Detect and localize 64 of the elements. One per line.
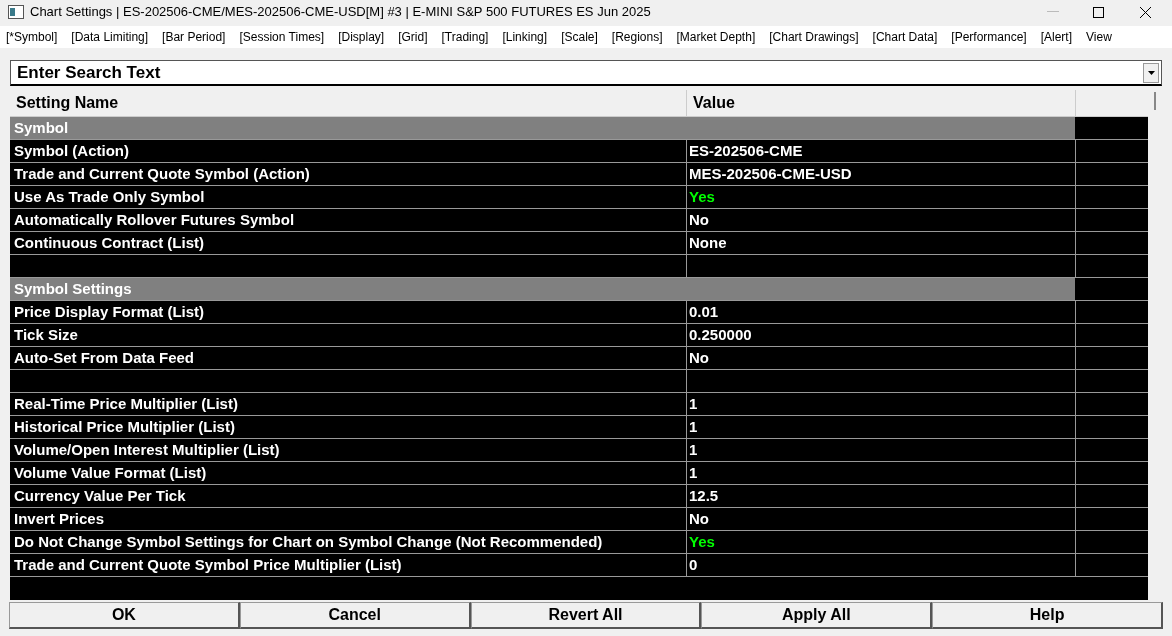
setting-value[interactable]: Yes xyxy=(686,186,1075,208)
setting-value[interactable]: 0.250000 xyxy=(686,324,1075,346)
setting-name[interactable]: Tick Size xyxy=(10,324,686,346)
setting-value[interactable]: 1 xyxy=(686,393,1075,415)
setting-name[interactable]: Auto-Set From Data Feed xyxy=(10,347,686,369)
setting-name[interactable]: Price Display Format (List) xyxy=(10,301,686,323)
setting-value[interactable]: 1 xyxy=(686,439,1075,461)
setting-name[interactable]: Volume Value Format (List) xyxy=(10,462,686,484)
menu-item[interactable]: [Grid] xyxy=(398,28,428,46)
setting-value[interactable]: 0.01 xyxy=(686,301,1075,323)
setting-name[interactable]: Invert Prices xyxy=(10,508,686,530)
menu-item[interactable]: [Bar Period] xyxy=(162,28,226,46)
setting-value[interactable]: MES-202506-CME-USD xyxy=(686,163,1075,185)
menu-item[interactable]: [Chart Data] xyxy=(872,28,938,46)
scrollbar-thumb[interactable] xyxy=(1154,92,1156,110)
setting-value[interactable]: ES-202506-CME xyxy=(686,140,1075,162)
app-icon xyxy=(8,5,24,19)
setting-value[interactable]: 1 xyxy=(686,462,1075,484)
setting-value[interactable]: No xyxy=(686,347,1075,369)
caret-icon xyxy=(1147,70,1155,75)
menu-item[interactable]: [*Symbol] xyxy=(6,28,58,46)
setting-name[interactable]: Continuous Contract (List) xyxy=(10,232,686,254)
dialog-button[interactable]: Revert All xyxy=(470,602,702,629)
maximize-icon[interactable] xyxy=(1093,6,1104,18)
setting-value[interactable]: Yes xyxy=(686,531,1075,553)
setting-name[interactable]: Historical Price Multiplier (List) xyxy=(10,416,686,438)
column-header[interactable]: Setting Name xyxy=(10,90,686,116)
menu-item[interactable]: [Data Limiting] xyxy=(71,28,149,46)
setting-value[interactable]: 0 xyxy=(686,554,1075,576)
dialog-button[interactable]: Cancel xyxy=(239,602,471,629)
menu-item[interactable]: [Display] xyxy=(338,28,385,46)
setting-value[interactable]: 1 xyxy=(686,416,1075,438)
dropdown-button[interactable] xyxy=(1143,62,1159,83)
setting-value[interactable]: None xyxy=(686,232,1075,254)
menu-item[interactable]: [Performance] xyxy=(951,28,1027,46)
section-header[interactable]: Symbol xyxy=(10,117,1075,139)
close-icon[interactable] xyxy=(1140,6,1151,18)
menu-item[interactable]: [Linking] xyxy=(502,28,548,46)
setting-name[interactable]: Do Not Change Symbol Settings for Chart on Symbol Change (Not Recommended) xyxy=(10,531,686,553)
setting-name[interactable]: Symbol (Action) xyxy=(10,140,686,162)
column-header[interactable]: Value xyxy=(686,90,1075,116)
menu-item[interactable]: View xyxy=(1086,28,1112,46)
menu-item[interactable]: [Chart Drawings] xyxy=(769,28,859,46)
menu-item[interactable]: [Scale] xyxy=(561,28,598,46)
menu-item[interactable]: [Market Depth] xyxy=(676,28,756,46)
setting-name[interactable]: Volume/Open Interest Multiplier (List) xyxy=(10,439,686,461)
menu-item[interactable]: [Regions] xyxy=(611,28,663,46)
setting-value[interactable]: No xyxy=(686,209,1075,231)
menu-item[interactable]: [Alert] xyxy=(1040,28,1072,46)
setting-value[interactable]: No xyxy=(686,508,1075,530)
dialog-button[interactable]: OK xyxy=(9,602,240,629)
setting-name[interactable]: Automatically Rollover Futures Symbol xyxy=(10,209,686,231)
menu-item[interactable]: [Session Times] xyxy=(239,28,325,46)
setting-name[interactable]: Trade and Current Quote Symbol (Action) xyxy=(10,163,686,185)
section-header[interactable]: Symbol Settings xyxy=(10,278,1075,300)
setting-name[interactable]: Real-Time Price Multiplier (List) xyxy=(10,393,686,415)
menu-item[interactable]: [Trading] xyxy=(441,28,489,46)
setting-name[interactable]: Currency Value Per Tick xyxy=(10,485,686,507)
setting-name[interactable]: Use As Trade Only Symbol xyxy=(10,186,686,208)
setting-name[interactable]: Trade and Current Quote Symbol Price Multiplier (List) xyxy=(10,554,686,576)
dialog-button[interactable]: Help xyxy=(932,602,1163,629)
window-title: Chart Settings | ES-202506-CME/MES-202506-CME-USD[M] #3 | E-MINI S&P 500 FUTURES ES Jun 2025 xyxy=(30,3,651,22)
setting-value[interactable]: 12.5 xyxy=(686,485,1075,507)
dialog-button[interactable]: Apply All xyxy=(701,602,933,629)
